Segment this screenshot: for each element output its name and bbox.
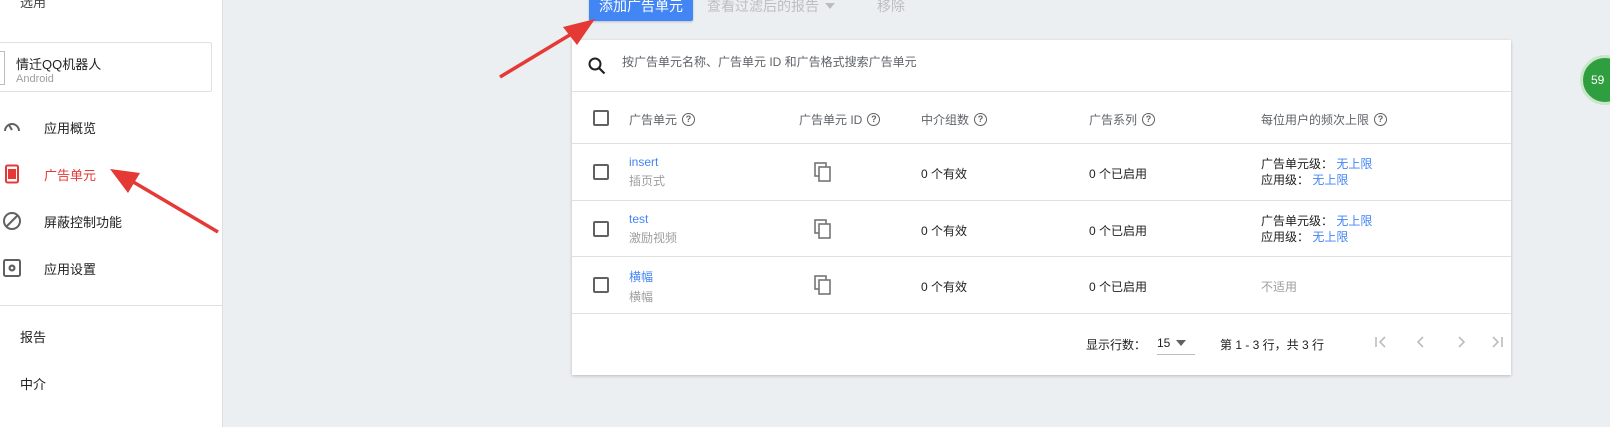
last-page-button[interactable] — [1485, 330, 1509, 354]
ad-unit-cell: insert 插页式 — [629, 155, 665, 189]
header-label: 中介组数 — [921, 113, 970, 127]
sidebar-item-label: 应用概览 — [44, 120, 97, 136]
help-icon[interactable]: ? — [1142, 113, 1156, 126]
app-platform: Android — [16, 73, 54, 85]
help-icon[interactable]: ? — [682, 113, 696, 126]
block-icon — [2, 211, 22, 231]
header-label: 每位用户的频次上限 — [1261, 113, 1370, 127]
table-row: insert 插页式 0 个有效 0 个已启用 广告单元级： 无上限 应用级： … — [572, 144, 1511, 201]
ad-unit-icon — [2, 164, 22, 184]
first-page-button[interactable] — [1369, 330, 1393, 354]
table-row: test 激励视频 0 个有效 0 个已启用 广告单元级： 无上限 应用级： 无… — [572, 201, 1511, 257]
freq-unit-value-link[interactable]: 无上限 — [1336, 214, 1372, 228]
search-icon — [588, 57, 606, 75]
app-name: 情迁QQ机器人 — [16, 57, 102, 72]
header-label: 广告单元 — [629, 113, 678, 127]
campaigns-value: 0 个已启用 — [1089, 280, 1148, 294]
frequency-cap-cell: 广告单元级： 无上限 应用级： 无上限 — [1261, 156, 1372, 188]
sidebar: 选用 情迁QQ机器人 Android 应用概览 广告单元 屏蔽控制功能 应用设置… — [0, 0, 223, 427]
row-checkbox[interactable] — [593, 221, 609, 237]
ad-unit-format: 激励视频 — [629, 231, 678, 245]
table-row: 横幅 横幅 0 个有效 0 个已启用 不适用 — [572, 257, 1511, 314]
gauge-icon — [2, 117, 22, 137]
chevron-right-icon — [1458, 336, 1466, 348]
header-ad-unit[interactable]: 广告单元? — [629, 111, 696, 128]
ad-unit-cell: 横幅 横幅 — [629, 268, 653, 305]
row-checkbox[interactable] — [593, 164, 609, 180]
ad-unit-name-link[interactable]: test — [629, 212, 677, 226]
sidebar-item-ad-units[interactable]: 广告单元 — [0, 156, 223, 192]
ad-unit-format: 插页式 — [629, 174, 666, 188]
campaigns-value: 0 个已启用 — [1089, 167, 1148, 181]
first-page-icon — [1375, 336, 1386, 348]
header-ad-unit-id[interactable]: 广告单元 ID? — [799, 111, 881, 128]
search-input[interactable] — [622, 55, 1222, 69]
page-range-text: 第 1 - 3 行，共 3 行 — [1220, 338, 1325, 352]
caret-down-icon — [825, 3, 835, 9]
app-selector[interactable]: 情迁QQ机器人 Android — [0, 42, 212, 92]
freq-app-value-link[interactable]: 无上限 — [1312, 173, 1348, 187]
mediation-groups-value: 0 个有效 — [921, 224, 968, 238]
remove-button[interactable]: 移除 — [877, 0, 905, 16]
frequency-cap-cell: 广告单元级： 无上限 应用级： 无上限 — [1261, 213, 1372, 245]
header-label: 广告系列 — [1089, 113, 1138, 127]
ad-unit-name-link[interactable]: 横幅 — [629, 268, 653, 285]
ad-units-card: 广告单元? 广告单元 ID? 中介组数? 广告系列? 每位用户的频次上限? in… — [572, 40, 1511, 375]
row-checkbox[interactable] — [593, 277, 609, 293]
rows-per-page-select[interactable]: 15 — [1157, 331, 1195, 355]
ad-unit-format: 横幅 — [629, 290, 654, 304]
app-settings-icon — [2, 258, 22, 278]
help-icon[interactable]: ? — [1374, 113, 1388, 126]
sidebar-item-app-overview[interactable]: 应用概览 — [0, 109, 223, 145]
search-bar — [572, 40, 1511, 92]
freq-app-label: 应用级： — [1261, 173, 1310, 187]
header-campaigns[interactable]: 广告系列? — [1089, 111, 1156, 128]
rows-per-page-label: 显示行数： — [1086, 338, 1147, 352]
view-filtered-report-button[interactable]: 查看过滤后的报告 — [707, 0, 835, 16]
campaigns-value: 0 个已启用 — [1089, 224, 1148, 238]
header-mediation-groups[interactable]: 中介组数? — [921, 111, 988, 128]
caret-down-icon — [1176, 339, 1187, 346]
freq-unit-label: 广告单元级： — [1261, 157, 1334, 171]
pagination: 显示行数： 15 第 1 - 3 行，共 3 行 — [572, 310, 1511, 375]
sidebar-item-label: 屏蔽控制功能 — [44, 214, 123, 230]
sidebar-item-label: 应用设置 — [44, 261, 97, 277]
previous-page-button[interactable] — [1409, 330, 1433, 354]
copy-icon[interactable] — [814, 275, 832, 295]
sidebar-item-app-settings[interactable]: 应用设置 — [0, 250, 223, 286]
chevron-left-icon — [1416, 336, 1424, 348]
mediation-groups-value: 0 个有效 — [921, 167, 968, 181]
copy-icon[interactable] — [814, 219, 832, 239]
header-label: 广告单元 ID — [799, 113, 863, 127]
freq-app-label: 应用级： — [1261, 230, 1310, 244]
floating-badge[interactable]: 59 — [1580, 55, 1610, 105]
freq-app-value-link[interactable]: 无上限 — [1312, 230, 1348, 244]
sidebar-divider — [0, 305, 223, 306]
sidebar-item-mediation[interactable]: 中介 — [20, 374, 46, 393]
last-page-icon — [1492, 336, 1503, 348]
table-header: 广告单元? 广告单元 ID? 中介组数? 广告系列? 每位用户的频次上限? — [572, 92, 1511, 144]
mediation-groups-value: 0 个有效 — [921, 280, 968, 294]
view-filtered-report-label: 查看过滤后的报告 — [707, 0, 819, 14]
freq-unit-value-link[interactable]: 无上限 — [1336, 157, 1372, 171]
sidebar-item-blocking-controls[interactable]: 屏蔽控制功能 — [0, 203, 223, 239]
badge-text: 59 — [1591, 73, 1605, 87]
ad-unit-name-link[interactable]: insert — [629, 155, 665, 169]
rows-per-page-value: 15 — [1157, 335, 1171, 350]
app-icon — [0, 51, 5, 85]
sidebar-top-item[interactable]: 选用 — [20, 0, 46, 11]
add-ad-unit-button[interactable]: 添加广告单元 — [589, 0, 693, 21]
ad-unit-cell: test 激励视频 — [629, 212, 677, 246]
freq-unit-label: 广告单元级： — [1261, 214, 1334, 228]
select-all-checkbox[interactable] — [593, 110, 609, 126]
sidebar-item-reports[interactable]: 报告 — [20, 327, 46, 346]
help-icon[interactable]: ? — [867, 113, 881, 126]
frequency-cap-not-applicable: 不适用 — [1261, 280, 1298, 294]
copy-icon[interactable] — [814, 162, 832, 182]
next-page-button[interactable] — [1449, 330, 1473, 354]
header-frequency-cap[interactable]: 每位用户的频次上限? — [1261, 111, 1388, 128]
help-icon[interactable]: ? — [974, 113, 988, 126]
sidebar-item-label: 广告单元 — [44, 167, 97, 183]
